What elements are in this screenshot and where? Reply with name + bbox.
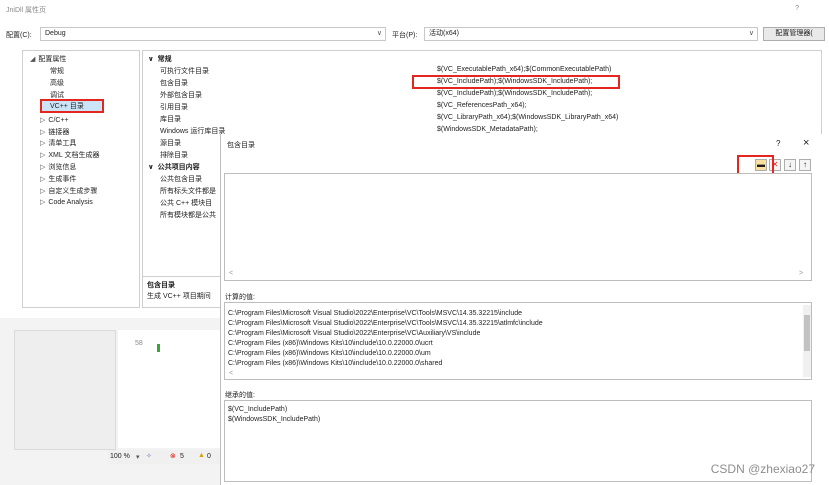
collapsed-triangle-icon: ▷	[40, 129, 46, 136]
tree-item-general[interactable]: 常规	[50, 66, 64, 76]
watermark: CSDN @zhexiao27	[710, 462, 815, 476]
highlight-box	[40, 99, 104, 113]
collapsed-triangle-icon: ▷	[40, 117, 46, 124]
move-up-arrow-icon[interactable]: ↑	[799, 159, 811, 171]
evaluated-path: C:\Program Files\Microsoft Visual Studio…	[228, 320, 543, 327]
evaluated-path: C:\Program Files (x86)\Windows Kits\10\i…	[228, 350, 431, 357]
collapsed-triangle-icon: ▷	[40, 188, 46, 195]
chevron-down-icon: ∨	[148, 164, 158, 171]
tree-item-browse-info[interactable]: ▷ 浏览信息	[40, 162, 76, 172]
description-text: 生成 VC++ 项目期间	[147, 293, 211, 300]
tree-item-code-analysis[interactable]: ▷ Code Analysis	[40, 198, 93, 206]
zoom-dropdown-icon[interactable]: ▾	[136, 453, 140, 461]
scroll-left-icon[interactable]: <	[229, 270, 233, 277]
move-down-arrow-icon[interactable]: ↓	[784, 159, 796, 171]
editor-status-bar: 100 % ▾ ✧ ⊗ 5 ▲ 0	[108, 450, 220, 464]
change-marker	[157, 344, 160, 352]
zoom-level[interactable]: 100 %	[110, 453, 130, 460]
config-value: Debug	[45, 30, 66, 37]
scroll-left-icon[interactable]: <	[229, 370, 233, 377]
tree-root[interactable]: ◢ 配置属性	[30, 54, 66, 64]
chevron-down-icon: ∨	[148, 56, 158, 63]
inherited-path: $(VC_IncludePath)	[228, 406, 288, 413]
row-value[interactable]: $(WindowsSDK_MetadataPath);	[437, 126, 538, 133]
chevron-down-icon: ∨	[376, 30, 382, 37]
scroll-right-icon[interactable]: >	[799, 270, 803, 277]
tree-item-advanced[interactable]: 高级	[50, 78, 64, 88]
description-title: 包含目录	[147, 282, 175, 289]
highlight-box	[737, 155, 774, 175]
row-name[interactable]: 公共包含目录	[160, 174, 202, 184]
config-label: 配置(C):	[6, 32, 32, 39]
platform-value: 活动(x64)	[429, 30, 459, 37]
window-title: JniDll 属性页	[6, 7, 47, 14]
section-public[interactable]: ∨ 公共项目内容	[148, 162, 200, 172]
collapsed-triangle-icon: ▷	[40, 176, 46, 183]
row-value[interactable]: $(VC_ExecutablePath_x64);$(CommonExecuta…	[437, 66, 611, 73]
row-name[interactable]: 引用目录	[160, 102, 188, 112]
collapsed-triangle-icon: ▷	[40, 164, 46, 171]
tree-item-xml-doc[interactable]: ▷ XML 文档生成器	[40, 150, 99, 160]
chevron-down-icon: ∨	[748, 30, 754, 37]
evaluated-value-box: C:\Program Files\Microsoft Visual Studio…	[224, 302, 812, 380]
solution-panel	[14, 330, 116, 450]
config-manager-button[interactable]: 配置管理器(	[763, 27, 825, 41]
warning-count: 0	[207, 453, 211, 460]
row-name[interactable]: 源目录	[160, 138, 181, 148]
platform-label: 平台(P):	[392, 32, 418, 39]
vertical-scrollbar[interactable]	[803, 305, 811, 377]
collapsed-triangle-icon: ▷	[40, 199, 46, 206]
error-count: 5	[180, 453, 184, 460]
include-directories-list[interactable]: < >	[224, 173, 812, 281]
row-value[interactable]: $(VC_IncludePath);$(WindowsSDK_IncludePa…	[437, 90, 592, 97]
evaluated-path: C:\Program Files\Microsoft Visual Studio…	[228, 330, 481, 337]
error-icon[interactable]: ⊗	[170, 452, 176, 460]
dialog-close-button[interactable]: ×	[803, 137, 809, 149]
row-name[interactable]: 可执行文件目录	[160, 66, 209, 76]
row-name[interactable]: 库目录	[160, 114, 181, 124]
tree-item-build-events[interactable]: ▷ 生成事件	[40, 174, 76, 184]
tree-item-linker[interactable]: ▷ 链接器	[40, 127, 69, 137]
include-directories-dialog: 包含目录 ? × ▬ ✕ ↓ ↑ < > 计算的值: C:\Program Fi…	[220, 134, 829, 485]
row-value[interactable]: $(VC_LibraryPath_x64);$(WindowsSDK_Libra…	[437, 114, 618, 121]
evaluated-path: C:\Program Files\Microsoft Visual Studio…	[228, 310, 523, 317]
warning-icon[interactable]: ▲	[198, 452, 205, 459]
scrollbar-thumb[interactable]	[804, 315, 810, 351]
highlight-box	[412, 75, 620, 89]
row-name[interactable]: 所有标头文件都是	[160, 186, 216, 196]
row-name[interactable]: 外部包含目录	[160, 90, 202, 100]
evaluated-value-label: 计算的值:	[225, 294, 255, 301]
inherited-value-label: 继承的值:	[225, 392, 255, 399]
tree-item-manifest-tool[interactable]: ▷ 清单工具	[40, 138, 76, 148]
section-general[interactable]: ∨ 常规	[148, 54, 172, 64]
config-combo[interactable]: Debug ∨	[40, 27, 386, 41]
dialog-help-button[interactable]: ?	[776, 139, 780, 148]
collapsed-triangle-icon: ▷	[40, 152, 46, 159]
row-name[interactable]: 公共 C++ 模块目	[160, 198, 212, 208]
expand-triangle-icon: ◢	[30, 56, 36, 63]
evaluated-path: C:\Program Files (x86)\Windows Kits\10\i…	[228, 340, 433, 347]
tree-item-cpp[interactable]: ▷ C/C++	[40, 116, 69, 124]
code-editor	[118, 330, 220, 448]
row-name[interactable]: Windows 运行库目录	[160, 126, 225, 136]
row-name[interactable]: 排除目录	[160, 150, 188, 160]
intellicode-icon[interactable]: ✧	[146, 452, 152, 460]
row-value[interactable]: $(VC_ReferencesPath_x64);	[437, 102, 527, 109]
row-name[interactable]: 所有模块都是公共	[160, 210, 216, 220]
tree-item-custom-build[interactable]: ▷ 自定义生成步骤	[40, 186, 97, 196]
collapsed-triangle-icon: ▷	[40, 140, 46, 147]
row-name[interactable]: 包含目录	[160, 78, 188, 88]
inherited-path: $(WindowsSDK_IncludePath)	[228, 416, 321, 423]
platform-combo[interactable]: 活动(x64) ∨	[424, 27, 758, 41]
line-number: 58	[135, 340, 143, 347]
evaluated-path: C:\Program Files (x86)\Windows Kits\10\i…	[228, 360, 443, 367]
help-icon[interactable]: ?	[795, 5, 799, 12]
dialog-title: 包含目录	[227, 142, 255, 149]
